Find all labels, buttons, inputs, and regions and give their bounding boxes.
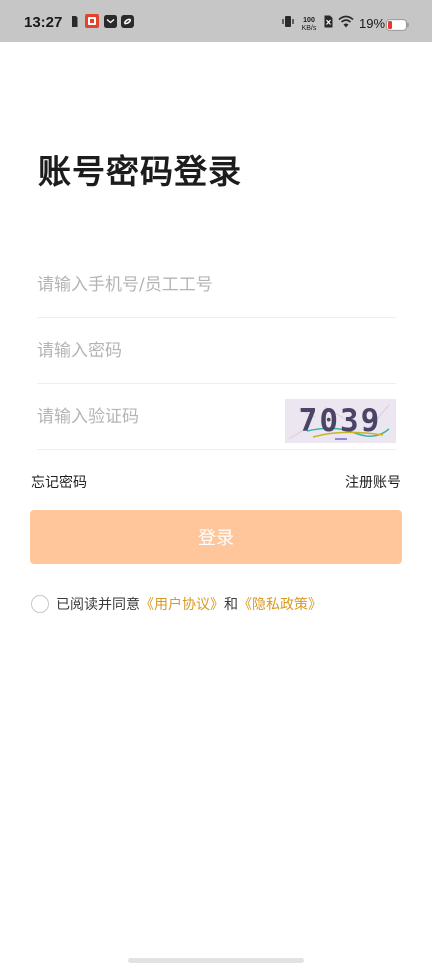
- net-speed-unit: KB/s: [301, 25, 317, 32]
- status-time: 13:27: [24, 14, 63, 31]
- login-button[interactable]: 登录: [30, 510, 402, 564]
- vibrate-icon: [282, 16, 294, 27]
- page-title: 账号密码登录: [38, 152, 242, 191]
- forgot-password-link[interactable]: 忘记密码: [31, 472, 87, 492]
- wifi-icon: [338, 15, 354, 28]
- mail-icon: [104, 15, 117, 28]
- user-agreement-link[interactable]: 《用户协议》: [140, 594, 224, 614]
- register-link[interactable]: 注册账号: [345, 472, 401, 492]
- captcha-code-graphic: 7039: [285, 399, 396, 443]
- agreement-checkbox[interactable]: [31, 595, 49, 613]
- password-input[interactable]: [37, 318, 277, 384]
- account-field: [37, 252, 396, 318]
- agreement-row: 已阅读并同意 《用户协议》 和 《隐私政策》: [31, 594, 322, 614]
- captcha-image[interactable]: 7039: [285, 399, 396, 443]
- no-sim-icon: [324, 15, 333, 28]
- app-notification-icon: [85, 14, 99, 28]
- status-bar: 13:27 100 KB/s 19%: [0, 0, 432, 42]
- battery-icon: [386, 19, 409, 31]
- captcha-input[interactable]: [37, 384, 277, 450]
- net-speed-value: 100: [303, 17, 315, 24]
- account-input[interactable]: [37, 252, 277, 318]
- battery-percent: 19%: [359, 16, 386, 31]
- captcha-text: 7039: [299, 403, 382, 439]
- sim-card-icon: [72, 16, 78, 27]
- home-indicator: [128, 958, 304, 963]
- agreement-prefix: 已阅读并同意: [56, 597, 140, 613]
- captcha-field: 7039: [37, 384, 396, 450]
- agreement-and: 和: [224, 597, 238, 613]
- sync-icon: [121, 15, 134, 28]
- password-field: [37, 318, 396, 384]
- privacy-policy-link[interactable]: 《隐私政策》: [238, 594, 322, 614]
